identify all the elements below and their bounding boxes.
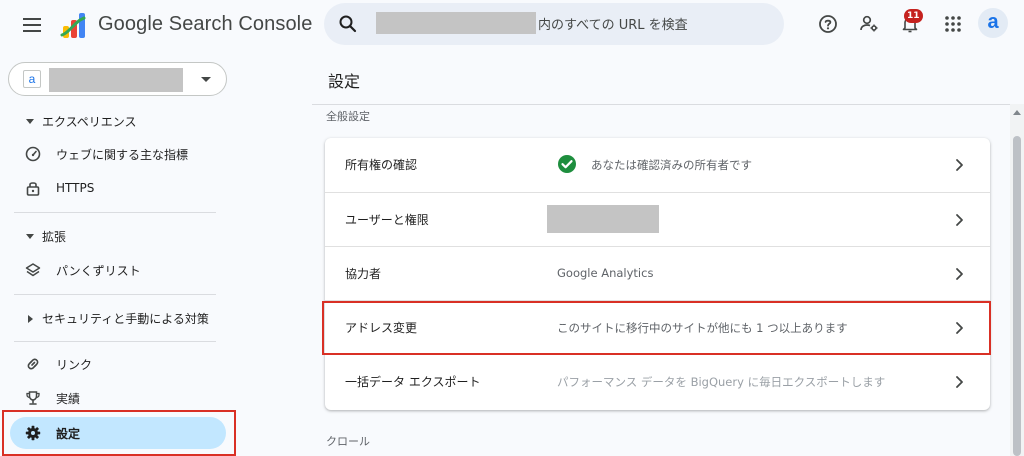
expand-caret-icon: [28, 314, 33, 323]
chevron-right-icon[interactable]: [951, 266, 967, 282]
collapse-caret-icon: [26, 234, 34, 239]
sidebar-item-label: リンク: [56, 357, 93, 372]
chevron-right-icon[interactable]: [951, 157, 967, 173]
sidebar-item-label: HTTPS: [56, 181, 95, 195]
settings-row-ownership[interactable]: 所有権の確認 あなたは確認済みの所有者です: [325, 138, 990, 192]
lock-icon: [24, 179, 42, 197]
search-console-logo: [60, 13, 86, 38]
sidebar-item-core-web-vitals[interactable]: ウェブに関する主な指標: [10, 138, 226, 170]
account-avatar[interactable]: a: [978, 8, 1008, 38]
section-label-crawl: クロール: [326, 435, 370, 448]
nav-group-enhancements[interactable]: 拡張: [26, 228, 66, 245]
collapse-caret-icon: [26, 119, 34, 124]
scroll-up-arrow-icon[interactable]: [1013, 110, 1021, 115]
settings-row-users-permissions[interactable]: ユーザーと権限: [325, 192, 990, 246]
row-value: Google Analytics: [557, 266, 654, 280]
settings-row-associations[interactable]: 協力者 Google Analytics: [325, 246, 990, 300]
row-label: ユーザーと権限: [345, 213, 429, 227]
search-input-placeholder[interactable]: 内のすべての URL を検査: [538, 14, 688, 33]
speedometer-icon: [24, 145, 42, 163]
menu-icon[interactable]: [22, 15, 42, 35]
nav-group-experience[interactable]: エクスペリエンス: [26, 113, 137, 130]
property-favicon: a: [23, 70, 41, 88]
section-label-general: 全般設定: [326, 110, 370, 123]
scrollbar-thumb[interactable]: [1013, 136, 1021, 456]
page-title: 設定: [328, 72, 361, 91]
highlight-box-change-of-address: [322, 301, 991, 355]
link-icon: [24, 355, 42, 373]
apps-grid-icon[interactable]: [941, 12, 965, 36]
row-value: あなたは確認済みの所有者です: [591, 158, 752, 172]
chevron-right-icon[interactable]: [951, 212, 967, 228]
sidebar-item-label: ウェブに関する主な指標: [56, 147, 189, 162]
sidebar-item-breadcrumbs[interactable]: パンくずリスト: [10, 254, 226, 286]
nav-group-security[interactable]: セキュリティと手動による対策: [26, 310, 209, 327]
chevron-right-icon[interactable]: [951, 374, 967, 390]
dropdown-caret-icon[interactable]: [201, 77, 211, 82]
app-title: Google Search Console: [98, 13, 313, 35]
manage-users-icon[interactable]: [857, 12, 881, 36]
nav-group-label: セキュリティと手動による対策: [42, 312, 209, 326]
row-label: 協力者: [345, 267, 382, 281]
sidebar-divider: [14, 212, 216, 213]
nav-group-label: エクスペリエンス: [42, 115, 137, 129]
sidebar-item-label: 実績: [56, 391, 81, 406]
search-icon[interactable]: [338, 14, 358, 34]
verified-check-icon: [558, 155, 576, 173]
sidebar-item-links[interactable]: リンク: [10, 348, 226, 380]
nav-group-label: 拡張: [42, 230, 67, 244]
property-selector[interactable]: a: [8, 62, 227, 96]
redacted-property-url: [376, 12, 536, 34]
sidebar-divider: [14, 341, 216, 342]
help-icon[interactable]: [816, 12, 840, 36]
settings-row-bulk-data-export[interactable]: 一括データ エクスポート パフォーマンス データを BigQuery に毎日エク…: [325, 354, 990, 410]
general-settings-card: 所有権の確認 あなたは確認済みの所有者です ユーザーと権限 協力者 Google…: [325, 138, 990, 410]
redacted-property-name: [49, 68, 183, 92]
trophy-icon: [24, 389, 42, 407]
highlight-box-settings: [2, 410, 236, 456]
top-bar: Google Search Console 内のすべての URL を検査 11: [0, 0, 1024, 52]
sidebar-item-https[interactable]: HTTPS: [10, 172, 226, 204]
sidebar-item-label: パンくずリスト: [56, 263, 141, 278]
sidebar-divider: [14, 294, 216, 295]
redacted-user-info: [547, 205, 659, 233]
header-divider: [312, 104, 1024, 105]
notification-count-badge: 11: [904, 9, 923, 23]
row-label: 一括データ エクスポート: [345, 375, 481, 389]
layers-icon: [24, 261, 42, 279]
row-label: 所有権の確認: [345, 158, 418, 172]
row-value: パフォーマンス データを BigQuery に毎日エクスポートします: [557, 375, 886, 389]
